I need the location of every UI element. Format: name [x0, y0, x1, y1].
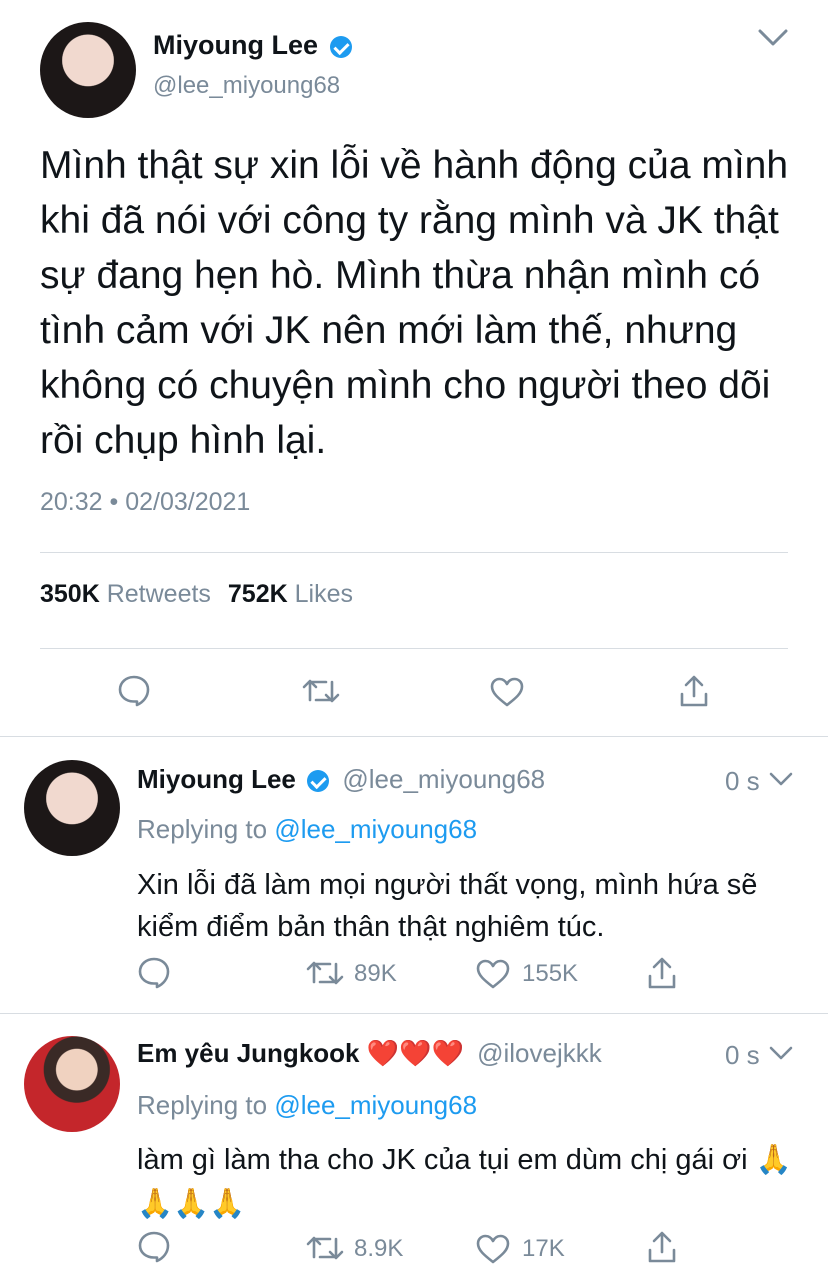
section-divider	[0, 736, 828, 737]
likes-count: 752K	[227, 580, 288, 608]
replying-to-handle[interactable]: @lee_miyoung68	[274, 814, 477, 844]
tweet-stats: 350K Retweets 752K Likes	[40, 580, 353, 609]
retweets-count: 350K	[40, 580, 100, 608]
tweet-text: Mình thật sự xin lỗi về hành động của mì…	[40, 144, 789, 462]
like-count: 17K	[522, 1235, 565, 1262]
retweet-icon[interactable]	[306, 1233, 344, 1263]
like-icon[interactable]	[490, 677, 524, 707]
retweet-count: 89K	[354, 960, 397, 987]
chevron-down-icon[interactable]	[757, 28, 789, 48]
reply-header: Em yêu Jungkook ❤️❤️❤️ @ilovejkkk	[137, 1038, 602, 1069]
avatar[interactable]	[24, 760, 120, 856]
reply-time[interactable]: 0 s	[725, 1040, 760, 1071]
chevron-down-icon[interactable]	[768, 771, 794, 788]
tweet-timestamp[interactable]: 20:32 • 02/03/2021	[40, 488, 250, 517]
divider	[40, 552, 788, 553]
replying-to-label: Replying to	[137, 1090, 268, 1120]
reply-time[interactable]: 0 s	[725, 766, 760, 797]
avatar[interactable]	[40, 22, 136, 118]
chevron-down-icon[interactable]	[768, 1045, 794, 1062]
retweet-count: 8.9K	[354, 1235, 404, 1262]
retweet-icon[interactable]	[306, 958, 344, 988]
author-name[interactable]: Miyoung Lee	[153, 30, 318, 60]
reply-icon[interactable]	[137, 1230, 171, 1264]
divider	[40, 648, 788, 649]
replying-to-handle[interactable]: @lee_miyoung68	[274, 1090, 477, 1120]
share-icon[interactable]	[646, 956, 678, 990]
reply-icon[interactable]	[137, 956, 171, 990]
author-name-row: Miyoung Lee	[153, 30, 352, 61]
replying-to: Replying to @lee_miyoung68	[137, 814, 477, 845]
author-handle[interactable]: @lee_miyoung68	[153, 72, 340, 100]
retweets-label: Retweets	[106, 580, 211, 608]
retweet-icon[interactable]	[302, 676, 340, 706]
retweets-stat[interactable]: 350K Retweets	[40, 580, 218, 608]
reply-header: Miyoung Lee @lee_miyoung68	[137, 764, 545, 795]
likes-stat[interactable]: 752K Likes	[228, 580, 353, 608]
section-divider	[0, 1013, 828, 1014]
reply-icon[interactable]	[117, 674, 151, 708]
reply-text: làm gì làm tha cho JK của tụi em dùm chị…	[137, 1144, 792, 1220]
verified-badge-icon	[329, 35, 352, 58]
likes-label: Likes	[294, 580, 353, 608]
reply-author-handle[interactable]: @ilovejkkk	[477, 1038, 602, 1068]
replying-to: Replying to @lee_miyoung68	[137, 1090, 477, 1121]
reply-author-handle[interactable]: @lee_miyoung68	[342, 764, 545, 794]
like-icon[interactable]	[476, 959, 510, 989]
replying-to-label: Replying to	[137, 814, 268, 844]
like-icon[interactable]	[476, 1234, 510, 1264]
reply-text: Xin lỗi đã làm mọi người thất vọng, mình…	[137, 869, 758, 943]
verified-badge-icon	[307, 770, 330, 793]
reply-author-name[interactable]: Miyoung Lee	[137, 764, 296, 794]
share-icon[interactable]	[678, 674, 710, 708]
share-icon[interactable]	[646, 1230, 678, 1264]
reply-author-name[interactable]: Em yêu Jungkook ❤️❤️❤️	[137, 1038, 464, 1068]
avatar[interactable]	[24, 1036, 120, 1132]
like-count: 155K	[522, 960, 579, 987]
